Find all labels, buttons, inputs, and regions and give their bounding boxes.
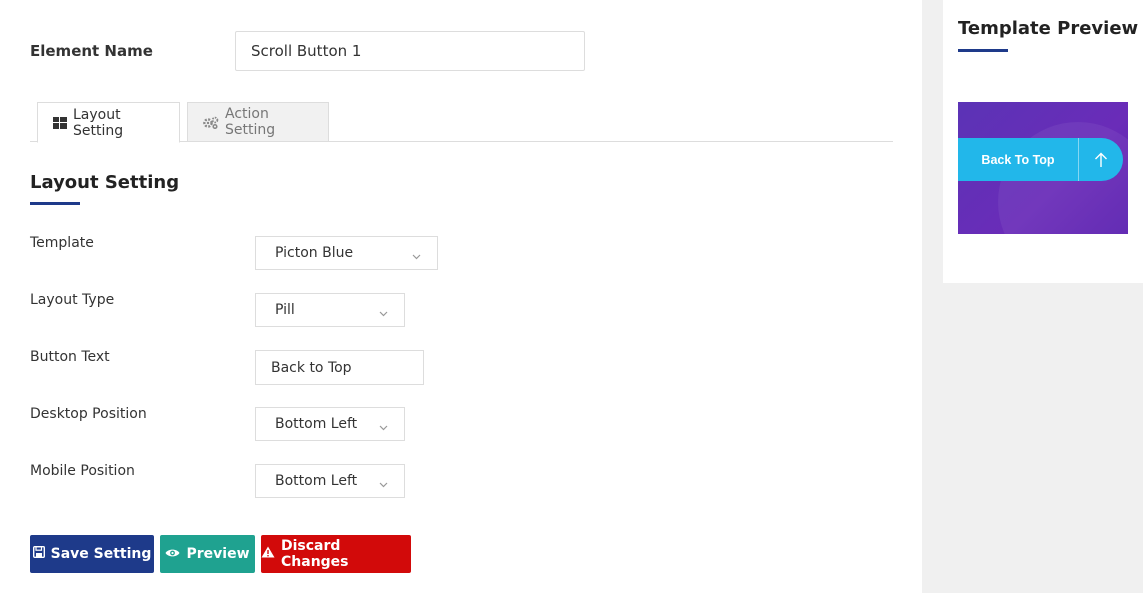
warning-icon <box>261 546 275 562</box>
template-label: Template <box>30 235 94 251</box>
layout-type-select-value: Pill <box>275 302 295 318</box>
save-setting-label: Save Setting <box>50 546 152 562</box>
mobile-position-label: Mobile Position <box>30 463 135 479</box>
arrow-up-icon <box>1079 152 1123 168</box>
tab-action-setting[interactable]: Action Setting <box>187 102 329 142</box>
button-text-input[interactable] <box>255 350 424 385</box>
eye-icon <box>165 546 180 562</box>
template-preview-image: Back To Top <box>958 102 1128 234</box>
pill-label: Back To Top <box>981 152 1055 167</box>
preview-label: Preview <box>186 546 250 562</box>
grid-icon <box>53 116 67 129</box>
chevron-down-icon <box>379 305 388 321</box>
save-icon <box>32 545 45 562</box>
tab-layout-setting[interactable]: Layout Setting <box>37 102 180 143</box>
preview-button[interactable]: Preview <box>160 535 255 573</box>
discard-changes-label: Discard Changes <box>281 538 349 570</box>
desktop-position-select[interactable]: Bottom Left <box>255 407 405 441</box>
back-to-top-pill-preview: Back To Top <box>958 138 1123 181</box>
desktop-position-select-value: Bottom Left <box>275 416 358 432</box>
layout-type-label: Layout Type <box>30 292 115 308</box>
template-select[interactable]: Picton Blue <box>255 236 438 270</box>
section-title: Layout Setting <box>30 172 180 193</box>
layout-type-select[interactable]: Pill <box>255 293 405 327</box>
element-name-input[interactable] <box>235 31 585 71</box>
element-name-label: Element Name <box>30 42 153 60</box>
chevron-down-icon <box>412 248 421 264</box>
template-select-value: Picton Blue <box>275 245 354 261</box>
tab-label: Action Setting <box>225 106 276 138</box>
chevron-down-icon <box>379 476 388 492</box>
settings-tabs: Layout Setting Action Setting <box>30 102 893 143</box>
chevron-down-icon <box>379 419 388 435</box>
desktop-position-label: Desktop Position <box>30 406 147 422</box>
mobile-position-select[interactable]: Bottom Left <box>255 464 405 498</box>
mobile-position-select-value: Bottom Left <box>275 473 358 489</box>
discard-changes-button[interactable]: Discard Changes <box>261 535 411 573</box>
template-preview-title: Template Preview <box>958 18 1139 39</box>
template-preview-underline <box>958 49 1008 52</box>
save-setting-button[interactable]: Save Setting <box>30 535 154 573</box>
section-underline <box>30 202 80 205</box>
tab-label: Layout Setting <box>73 106 124 139</box>
settings-panel <box>0 0 922 593</box>
button-text-label: Button Text <box>30 349 110 365</box>
gears-icon <box>203 116 219 129</box>
